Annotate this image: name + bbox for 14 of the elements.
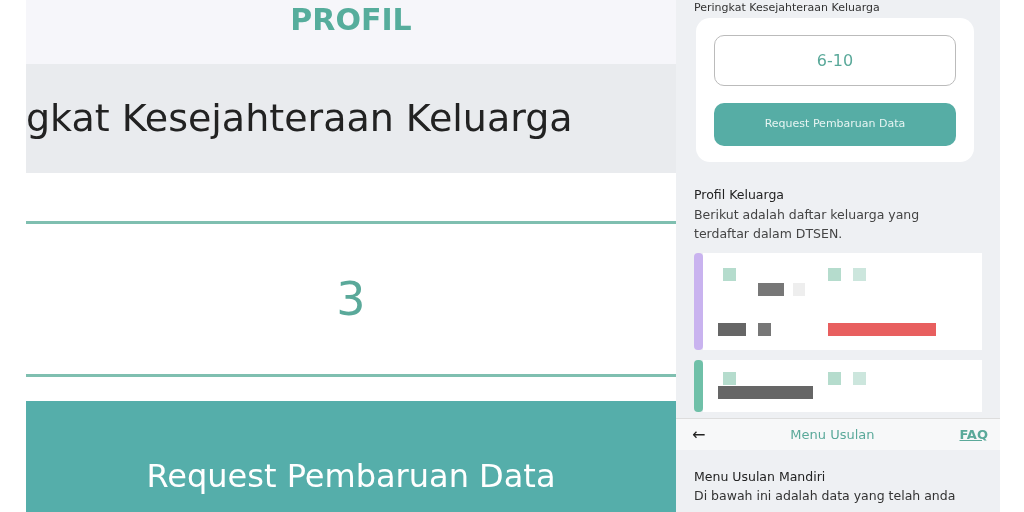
section-label: Peringkat Kesejahteraan Keluarga: [694, 0, 881, 16]
back-button[interactable]: ←: [692, 422, 706, 447]
request-update-button[interactable]: Request Pembaruan Data: [714, 103, 956, 146]
welfare-rank-value: 3: [336, 270, 366, 328]
section-heading: gkat Kesejahteraan Keluarga: [26, 94, 573, 142]
section-title: Menu Usulan Mandiri: [694, 468, 827, 486]
section-description: Berikut adalah daftar keluarga yang terdaftar dalam DTSEN.: [694, 205, 921, 243]
faq-link[interactable]: FAQ: [959, 424, 988, 445]
welfare-rank-value: 6-10: [816, 49, 854, 72]
request-update-button[interactable]: Request Pembaruan Data: [26, 401, 676, 512]
page-title: PROFIL: [289, 1, 413, 39]
nav-title: Menu Usulan: [790, 425, 875, 444]
section-title: Profil Keluarga: [694, 186, 785, 204]
section-description: Di bawah ini adalah data yang telah anda: [694, 486, 957, 505]
